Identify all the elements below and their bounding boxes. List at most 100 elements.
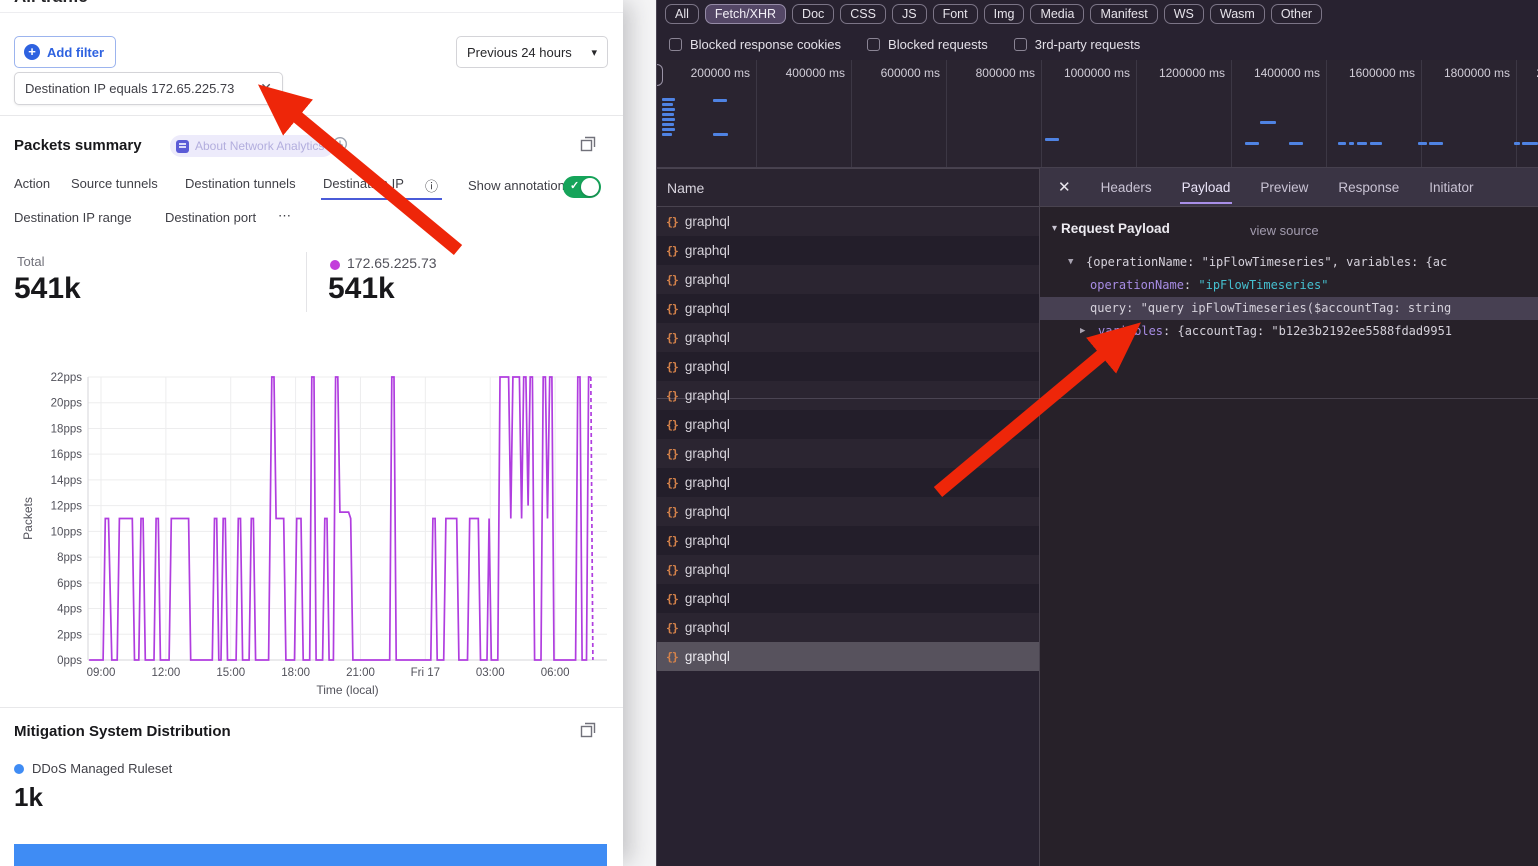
tab-destination-ip[interactable]: Destination IP: [323, 176, 404, 191]
tab-action[interactable]: Action: [14, 176, 50, 191]
svg-text:06:00: 06:00: [541, 667, 570, 679]
show-annotations-label: Show annotations: [468, 175, 571, 196]
request-name: graphql: [685, 417, 730, 432]
triangle-expanded-icon[interactable]: ▼: [1068, 251, 1073, 274]
add-filter-button[interactable]: + Add filter: [14, 36, 116, 68]
timeline-request-marker: [1357, 142, 1367, 145]
show-annotations-toggle[interactable]: ✓: [563, 176, 601, 198]
svg-text:12:00: 12:00: [151, 667, 180, 679]
filter-chip-destination-ip[interactable]: Destination IP equals 172.65.225.73 ✕: [14, 72, 283, 105]
payload-line-highlighted[interactable]: query: "query ipFlowTimeseries($accountT…: [1040, 297, 1538, 320]
checkbox-box[interactable]: [669, 38, 682, 51]
timeline-tick-label: 600000 ms: [846, 66, 940, 80]
request-row-graphql[interactable]: {}graphql: [657, 236, 1039, 265]
tab-destination-tunnels[interactable]: Destination tunnels: [185, 176, 296, 191]
request-row-graphql[interactable]: {}graphql: [657, 410, 1039, 439]
close-icon[interactable]: ✕: [1058, 178, 1071, 196]
timeline-request-marker: [1370, 142, 1382, 145]
filter-pill-media[interactable]: Media: [1030, 4, 1084, 24]
triangle-down-icon: ▾: [1052, 223, 1057, 234]
timeline-request-marker: [713, 133, 728, 136]
filter-pill-js[interactable]: JS: [892, 4, 927, 24]
filter-pill-fetch-xhr[interactable]: Fetch/XHR: [705, 4, 786, 24]
request-row-graphql[interactable]: {}graphql: [657, 555, 1039, 584]
request-row-graphql[interactable]: {}graphql: [657, 584, 1039, 613]
timeline-tick-label: 1000000 ms: [1036, 66, 1130, 80]
request-row-graphql[interactable]: {}graphql: [657, 468, 1039, 497]
tab-source-tunnels[interactable]: Source tunnels: [71, 176, 158, 191]
tab-destination-port[interactable]: Destination port: [165, 210, 256, 225]
payload-line[interactable]: ▶variables: {accountTag: "b12e3b2192ee55…: [1040, 320, 1538, 343]
json-braces-icon: {}: [666, 534, 678, 548]
triangle-collapsed-icon[interactable]: ▶: [1080, 320, 1085, 343]
request-row-graphql[interactable]: {}graphql: [657, 294, 1039, 323]
timeline-request-marker: [662, 118, 675, 121]
request-table-header[interactable]: Name: [657, 168, 1039, 207]
mitigation-legend-dot: [14, 764, 24, 774]
close-icon[interactable]: ✕: [260, 80, 272, 97]
code-segment-plain: {operationName: "ipFlowTimeseries", vari…: [1086, 255, 1447, 269]
payload-line[interactable]: operationName: "ipFlowTimeseries": [1040, 274, 1538, 297]
tab-destination-ip-range[interactable]: Destination IP range: [14, 210, 132, 225]
request-row-graphql[interactable]: {}graphql: [657, 497, 1039, 526]
detail-tab-response[interactable]: Response: [1338, 168, 1399, 207]
filter-pill-wasm[interactable]: Wasm: [1210, 4, 1265, 24]
checkbox-3rd-party-requests[interactable]: 3rd-party requests: [1014, 37, 1141, 52]
detail-tab-headers[interactable]: Headers: [1101, 168, 1152, 207]
request-row-graphql[interactable]: {}graphql: [657, 265, 1039, 294]
expand-icon[interactable]: [580, 136, 596, 152]
checkbox-box[interactable]: [867, 38, 880, 51]
payload-line[interactable]: ▼ {operationName: "ipFlowTimeseries", var…: [1040, 251, 1538, 274]
chevron-down-icon: ▾: [591, 46, 597, 59]
info-icon[interactable]: ⓘ: [425, 176, 438, 195]
request-payload-section-header[interactable]: ▾ Request Payload: [1052, 221, 1170, 236]
network-timeline-overview[interactable]: 200000 ms400000 ms600000 ms800000 ms1000…: [657, 60, 1538, 168]
time-range-label: Previous 24 hours: [467, 45, 572, 60]
doc-icon: [176, 140, 189, 153]
request-row-graphql[interactable]: {}graphql: [657, 207, 1039, 236]
detail-tab-preview[interactable]: Preview: [1260, 168, 1308, 207]
json-braces-icon: {}: [666, 476, 678, 490]
filter-pill-doc[interactable]: Doc: [792, 4, 834, 24]
tabs-overflow-icon[interactable]: ⋯: [278, 208, 291, 224]
stat-total-value: 541k: [14, 272, 81, 306]
request-name: graphql: [685, 562, 730, 577]
detail-tab-payload[interactable]: Payload: [1182, 168, 1231, 207]
filter-pill-other[interactable]: Other: [1271, 4, 1322, 24]
request-name: graphql: [685, 272, 730, 287]
code-segment-string: "ipFlowTimeseries": [1198, 278, 1328, 292]
time-range-dropdown[interactable]: Previous 24 hours ▾: [456, 36, 608, 68]
request-row-graphql[interactable]: {}graphql: [657, 642, 1039, 671]
filter-pill-ws[interactable]: WS: [1164, 4, 1204, 24]
request-row-graphql[interactable]: {}graphql: [657, 613, 1039, 642]
filter-pill-font[interactable]: Font: [933, 4, 978, 24]
timeline-request-marker: [662, 128, 675, 131]
code-segment-plain: query: [1090, 301, 1126, 315]
json-braces-icon: {}: [666, 621, 678, 635]
timeline-tick-label: 1400000 ms: [1226, 66, 1320, 80]
svg-text:4pps: 4pps: [57, 604, 82, 616]
request-row-graphql[interactable]: {}graphql: [657, 323, 1039, 352]
checkbox-blocked-response-cookies[interactable]: Blocked response cookies: [669, 37, 841, 52]
filter-pill-all[interactable]: All: [665, 4, 699, 24]
request-detail-tabbar: ✕ Headers Payload Preview Response Initiator: [1040, 168, 1538, 207]
filter-pill-img[interactable]: Img: [984, 4, 1025, 24]
svg-text:14pps: 14pps: [51, 475, 83, 487]
timeline-request-marker: [1522, 142, 1538, 145]
request-type-filter-bar: All Fetch/XHR Doc CSS JS Font ImgMedia Manifest…: [665, 2, 1322, 26]
view-source-link[interactable]: view source: [1250, 223, 1319, 238]
request-row-graphql[interactable]: {}graphql: [657, 439, 1039, 468]
checkbox-box[interactable]: [1014, 38, 1027, 51]
about-network-analytics-badge[interactable]: About Network Analytics: [170, 135, 334, 157]
expand-icon[interactable]: [580, 722, 596, 738]
checkbox-blocked-requests[interactable]: Blocked requests: [867, 37, 988, 52]
page-title: All traffic: [14, 0, 88, 7]
request-row-graphql[interactable]: {}graphql: [657, 526, 1039, 555]
badge-label: About Network Analytics: [195, 139, 324, 153]
filter-pill-manifest[interactable]: Manifest: [1090, 4, 1157, 24]
request-row-graphql[interactable]: {}graphql: [657, 381, 1039, 410]
detail-tab-initiator[interactable]: Initiator: [1429, 168, 1473, 207]
filter-pill-css[interactable]: CSS: [840, 4, 886, 24]
code-segment-plain: :: [1126, 301, 1140, 315]
request-row-graphql[interactable]: {}graphql: [657, 352, 1039, 381]
